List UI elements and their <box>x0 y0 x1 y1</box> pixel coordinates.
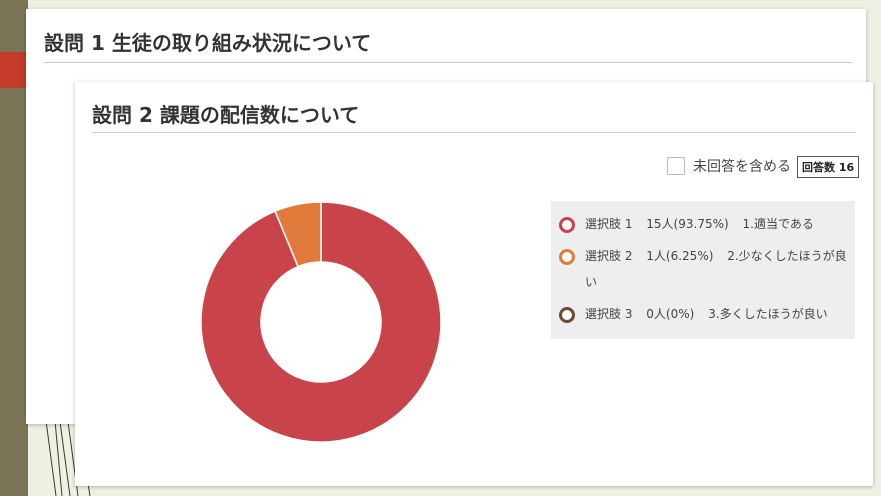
legend-item: 選択肢 3 0人(0%) 3.多くしたほうが良い <box>559 301 847 327</box>
legend-item: 選択肢 2 1人(6.25%) 2.少なくしたほうが良い <box>559 243 847 295</box>
question-2-title: 設問 2 課題の配信数について <box>92 103 360 127</box>
response-count-badge: 回答数 16 <box>797 156 860 178</box>
title-divider <box>92 132 856 133</box>
legend-choice: 選択肢 1 <box>585 217 633 231</box>
legend-marker <box>559 249 575 265</box>
legend-marker <box>559 307 575 323</box>
donut-chart <box>200 201 442 443</box>
legend-choice: 選択肢 3 <box>585 307 633 321</box>
include-unanswered-checkbox[interactable] <box>667 157 685 175</box>
legend-label: 3.多くしたほうが良い <box>708 307 828 321</box>
include-unanswered-label: 未回答を含める <box>693 159 791 175</box>
legend-count: 15人(93.75%) <box>646 217 729 231</box>
legend-choice: 選択肢 2 <box>585 249 633 263</box>
legend-marker <box>559 217 575 233</box>
title-divider <box>44 62 852 63</box>
question-2-card: 設問 2 課題の配信数について 未回答を含める 回答数 16 選択肢 1 15人… <box>75 82 873 486</box>
legend-label: 1.適当である <box>742 217 814 231</box>
legend-item: 選択肢 1 15人(93.75%) 1.適当である <box>559 211 847 237</box>
include-unanswered-toggle[interactable]: 未回答を含める <box>667 156 791 176</box>
chart-legend: 選択肢 1 15人(93.75%) 1.適当である 選択肢 2 1人(6.25%… <box>551 201 855 339</box>
legend-count: 1人(6.25%) <box>646 249 714 263</box>
legend-count: 0人(0%) <box>646 307 695 321</box>
question-1-title: 設問 1 生徒の取り組み状況について <box>44 31 372 55</box>
